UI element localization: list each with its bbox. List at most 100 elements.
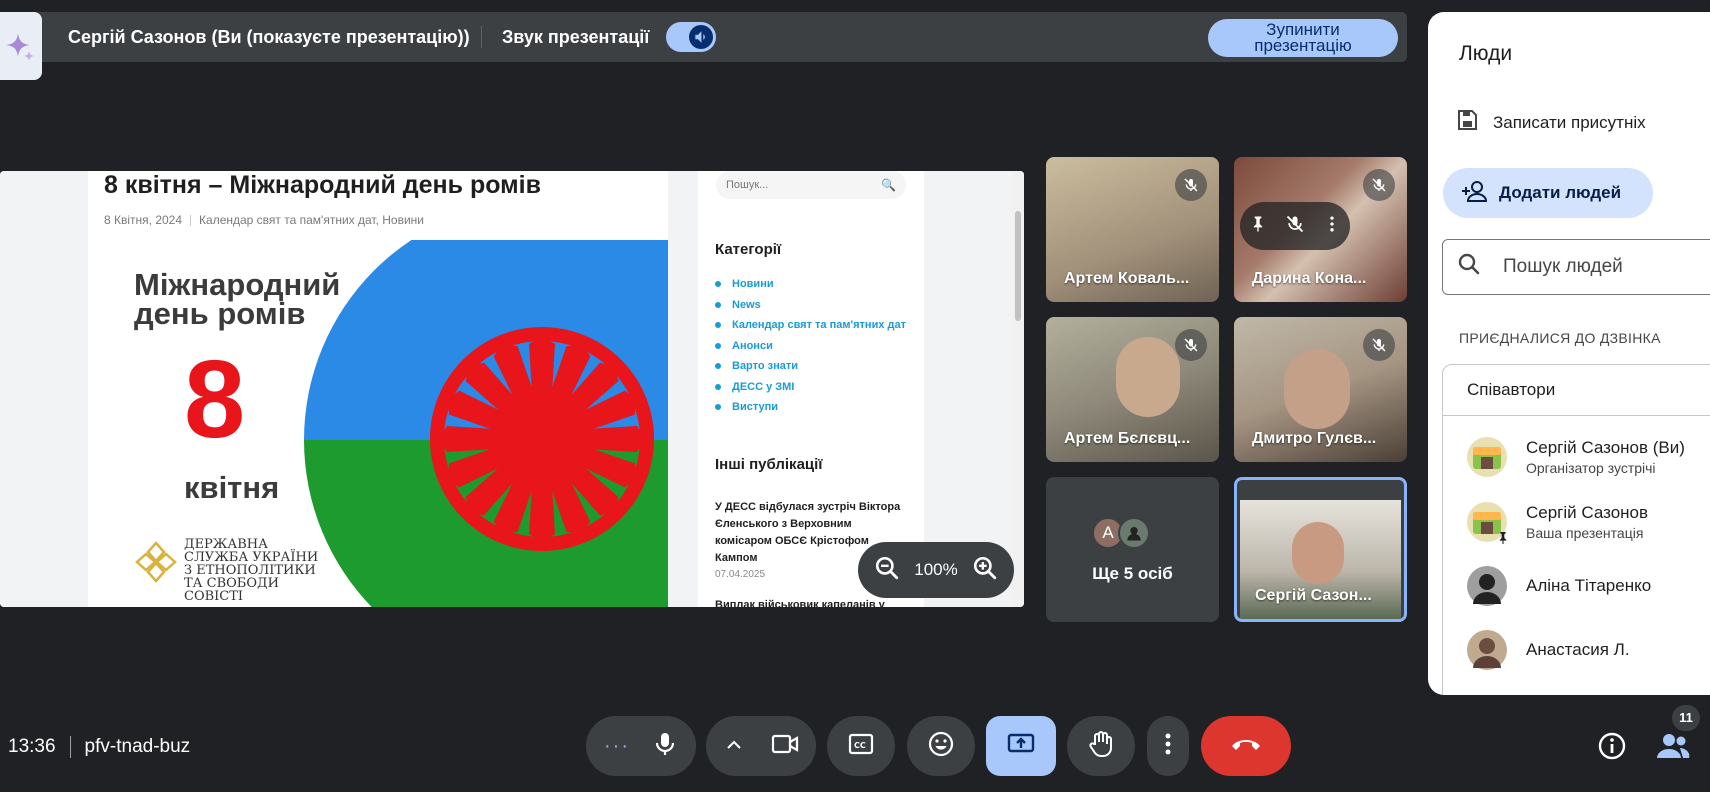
page-gutter xyxy=(668,171,698,607)
article-title: 8 квітня – Міжнародний день ромів xyxy=(104,171,541,199)
zoom-control: 100% xyxy=(858,542,1014,598)
pin-icon xyxy=(1499,532,1507,544)
present-screen-button[interactable] xyxy=(986,716,1056,776)
leave-call-button[interactable] xyxy=(1201,716,1291,776)
reactions-button[interactable] xyxy=(907,716,975,776)
poster-day: 8 xyxy=(184,338,246,461)
captions-button[interactable]: CC xyxy=(827,716,895,776)
agency-name: Державна служба України з етнополітики т… xyxy=(184,538,318,603)
person-name: Сергій Сазонов (Ви) xyxy=(1526,438,1685,457)
participant-name: Артем Коваль... xyxy=(1064,270,1190,287)
chevron-up-icon[interactable] xyxy=(726,737,742,755)
poster-month: квітня xyxy=(184,470,280,505)
shared-screen: 8 квітня – Міжнародний день ромів 8 Квіт… xyxy=(0,171,1024,607)
category-link[interactable]: Варто знати xyxy=(715,356,906,377)
stop-presenting-button[interactable]: Зупинити презентацію xyxy=(1208,19,1398,57)
zoom-in-icon[interactable] xyxy=(972,555,998,586)
avatar xyxy=(1467,502,1507,544)
mic-off-icon[interactable] xyxy=(1285,214,1305,239)
add-people-button[interactable]: Додати людей xyxy=(1443,168,1653,218)
category-link[interactable]: Новини xyxy=(715,274,906,295)
person-name: Анастасия Л. xyxy=(1526,640,1630,659)
speaker-icon xyxy=(689,25,713,49)
end-call-icon xyxy=(1230,736,1262,757)
search-icon xyxy=(1457,252,1481,282)
zoom-out-icon[interactable] xyxy=(874,555,900,586)
svg-text:CC: CC xyxy=(854,741,866,750)
poster-title-line: день ромів xyxy=(134,296,306,331)
divider xyxy=(190,215,192,227)
presenter-label: Сергій Сазонов (Ви (показуєте презентаці… xyxy=(68,26,470,47)
bullet xyxy=(715,301,721,308)
record-attendance-button[interactable]: Записати присутніх xyxy=(1455,108,1646,137)
collaborators-heading[interactable]: Співавтори xyxy=(1443,365,1710,416)
more-options-icon[interactable] xyxy=(1322,214,1342,239)
bullet xyxy=(715,281,721,288)
people-search-input[interactable]: Пошук людей xyxy=(1442,239,1710,295)
site-search-input[interactable]: Пошук... 🔍 xyxy=(716,171,906,199)
people-list-item[interactable]: Сергій Сазонов (Ви) Організатор зустрічі xyxy=(1467,437,1685,477)
people-list-item[interactable]: Анастасия Л. xyxy=(1467,630,1630,670)
gemini-sparkle-icon[interactable] xyxy=(0,12,42,80)
avatar-stack: А xyxy=(1092,517,1150,549)
meeting-details-icon[interactable] xyxy=(1596,730,1628,767)
participant-count-badge: 11 xyxy=(1672,705,1700,731)
collaborators-group: Співавтори Сергій Сазонов (Ви) Організат… xyxy=(1442,364,1710,695)
more-participants-tile[interactable]: А Ще 5 осіб xyxy=(1046,477,1219,622)
people-list-item[interactable]: Сергій Сазонов Ваша презентація xyxy=(1467,502,1648,544)
poster-title-line: Міжнародний xyxy=(134,267,341,302)
person-role: Організатор зустрічі xyxy=(1526,460,1656,476)
other-publications-heading: Інші публікації xyxy=(715,456,823,473)
category-link[interactable]: ДЕСС у ЗМІ xyxy=(715,377,906,398)
more-vert-icon xyxy=(1165,732,1171,761)
captions-icon: CC xyxy=(848,733,874,760)
pin-icon[interactable] xyxy=(1248,214,1268,239)
current-time: 13:36 xyxy=(8,736,56,757)
bullet xyxy=(715,363,721,370)
camera-icon xyxy=(771,733,799,760)
raise-hand-button[interactable] xyxy=(1067,716,1135,776)
microphone-button[interactable] xyxy=(634,716,696,776)
agency-line: совісті xyxy=(184,589,244,604)
participant-tile[interactable]: Дарина Кона... xyxy=(1234,157,1407,302)
category-link[interactable]: News xyxy=(715,295,906,316)
record-attendance-label: Записати присутніх xyxy=(1493,112,1646,132)
roma-day-poster: Міжнародний день ромів 8 квітня Державна… xyxy=(104,240,668,607)
camera-button[interactable] xyxy=(754,716,816,776)
presentation-sound-toggle[interactable] xyxy=(666,22,716,52)
publication-link[interactable]: Виплак військовик капеланів у xyxy=(715,599,905,607)
participant-tile[interactable]: Артем Бєлєвц... xyxy=(1046,317,1219,462)
article-meta: 8 Квітня, 2024 Календар свят та пам'ятних… xyxy=(104,213,424,227)
people-icon[interactable] xyxy=(1656,730,1690,767)
bullet xyxy=(715,342,721,349)
agency-emblem-icon xyxy=(135,541,177,583)
meeting-info: 13:36 pfv-tnad-buz xyxy=(8,736,190,758)
presenting-bar: Сергій Сазонов (Ви (показуєте презентаці… xyxy=(0,12,1407,62)
avatar xyxy=(1467,630,1507,670)
participant-tile[interactable]: Артем Коваль... xyxy=(1046,157,1219,302)
people-list-item[interactable]: Аліна Тітаренко xyxy=(1467,566,1651,606)
categories-heading: Категорії xyxy=(715,241,782,258)
participant-tile[interactable]: Дмитро Гулєв... xyxy=(1234,317,1407,462)
category-label: Новини xyxy=(732,278,774,291)
people-search-placeholder: Пошук людей xyxy=(1503,256,1623,277)
people-panel-title: Люди xyxy=(1459,42,1513,65)
category-link[interactable]: Виступи xyxy=(715,397,906,418)
self-view-tile[interactable]: Сергій Сазон... xyxy=(1234,477,1407,622)
scrollbar-thumb[interactable] xyxy=(1015,211,1021,321)
person-name: Аліна Тітаренко xyxy=(1526,576,1652,595)
participant-name: Артем Бєлєвц... xyxy=(1064,430,1191,447)
divider xyxy=(481,26,482,48)
mic-off-icon xyxy=(1363,169,1395,201)
zoom-level: 100% xyxy=(914,560,958,579)
category-link[interactable]: Анонси xyxy=(715,336,906,357)
poster-title: Міжнародний день ромів xyxy=(134,267,341,331)
category-link[interactable]: Календар свят та пам'ятних дат xyxy=(715,315,906,336)
more-options-button[interactable] xyxy=(1147,716,1189,776)
scrollbar[interactable] xyxy=(1012,171,1024,607)
mic-off-icon xyxy=(1175,329,1207,361)
audio-options-icon[interactable]: ··· xyxy=(604,735,630,758)
categories-list: Новини News Календар свят та пам'ятних д… xyxy=(715,274,906,418)
article-date: 8 Квітня, 2024 xyxy=(104,213,183,227)
emoji-icon xyxy=(928,731,954,762)
